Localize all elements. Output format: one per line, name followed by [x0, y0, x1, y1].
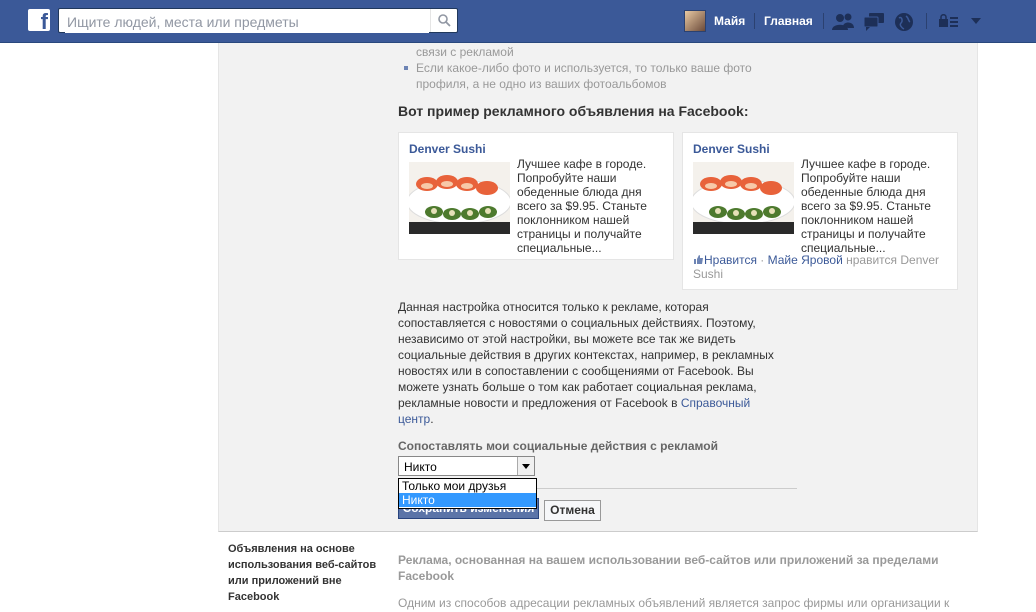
- left-column: [0, 43, 199, 612]
- pairing-select[interactable]: Никто: [398, 456, 535, 476]
- bullet-dot: [404, 66, 408, 70]
- profile-link[interactable]: Майя: [684, 10, 745, 32]
- search-icon: [438, 14, 451, 27]
- section-label: Объявления на основе использования веб-с…: [228, 543, 377, 603]
- pairing-setting-label: Сопоставлять мои социальные действия с р…: [398, 439, 718, 453]
- sushi-image[interactable]: [693, 162, 794, 234]
- ad-text: Лучшее кафе в городе. Попробуйте наши об…: [801, 157, 931, 255]
- user-name: Майя: [714, 14, 746, 28]
- messages-icon[interactable]: [863, 12, 885, 32]
- social-ads-panel: связи с рекламой Если какое-либо фото и …: [218, 43, 978, 532]
- account-menu-arrow-icon[interactable]: [970, 17, 982, 25]
- setting-description: Данная настройка относится только к рекл…: [398, 299, 783, 427]
- dropdown-option-friends[interactable]: Только мои друзья: [399, 479, 536, 493]
- thumbs-up-icon: [694, 255, 703, 264]
- notifications-globe-icon[interactable]: [894, 12, 914, 32]
- settings-content: связи с рекламой Если какое-либо фото и …: [199, 43, 1036, 612]
- search-button[interactable]: [430, 9, 457, 32]
- list-item: Если какое-либо фото и используется, то …: [404, 60, 774, 92]
- ad-preview-2: Denver Sushi Лучшее кафе в городе. Попро…: [682, 132, 958, 290]
- facebook-logo[interactable]: f: [28, 9, 50, 34]
- bullet-text: Если какое-либо фото и используется, то …: [416, 61, 752, 91]
- bullet-list: связи с рекламой Если какое-либо фото и …: [404, 43, 774, 92]
- privacy-shortcuts-icon[interactable]: [938, 14, 960, 28]
- top-bar: f Майя Главная: [0, 0, 1036, 43]
- ad-title[interactable]: Denver Sushi: [409, 142, 486, 156]
- avatar: [684, 10, 706, 32]
- search-box: [58, 8, 458, 33]
- pairing-dropdown-list: Только мои друзья Никто: [398, 478, 537, 509]
- bullet-text: связи с рекламой: [416, 45, 514, 59]
- sushi-image[interactable]: [409, 162, 510, 234]
- list-item: связи с рекламой: [404, 44, 774, 60]
- cancel-button[interactable]: Отмена: [544, 500, 601, 521]
- ad-text: Лучшее кафе в городе. Попробуйте наши об…: [517, 157, 647, 255]
- search-input[interactable]: [65, 10, 429, 33]
- description-end: .: [430, 412, 434, 426]
- ad-title[interactable]: Denver Sushi: [693, 142, 770, 156]
- friend-requests-icon[interactable]: [831, 12, 855, 32]
- select-value: Никто: [404, 460, 437, 474]
- description-text: Данная настройка относится только к рекл…: [398, 300, 774, 410]
- ad-preview-1: Denver Sushi Лучшее кафе в городе. Попро…: [398, 132, 674, 260]
- chevron-down-icon[interactable]: [517, 457, 534, 475]
- dropdown-option-nobody[interactable]: Никто: [399, 493, 536, 507]
- divider: [754, 13, 755, 29]
- divider: [823, 13, 824, 29]
- like-separator: ·: [756, 253, 768, 267]
- friend-link[interactable]: Майе Яровой: [768, 253, 843, 267]
- like-link[interactable]: Нравится: [704, 253, 757, 267]
- home-link[interactable]: Главная: [764, 14, 813, 28]
- example-title: Вот пример рекламного объявления на Face…: [398, 103, 749, 119]
- divider: [926, 13, 927, 29]
- section-title[interactable]: Реклама, основанная на вашем использован…: [398, 552, 978, 584]
- ad-social-context: Нравится · Майе Яровой нравится Denver S…: [693, 253, 953, 281]
- section-text: Одним из способов адресации рекламных об…: [398, 596, 950, 610]
- facebook-logo-letter: f: [40, 9, 48, 34]
